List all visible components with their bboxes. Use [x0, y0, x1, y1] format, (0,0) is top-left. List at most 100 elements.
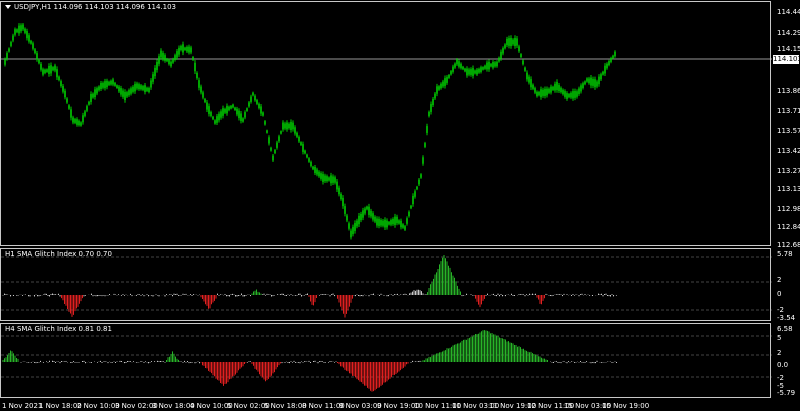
candle-body	[150, 80, 152, 88]
candle-body	[514, 37, 516, 47]
candle-body	[192, 57, 194, 60]
candle-body	[390, 220, 392, 225]
candle-body	[438, 86, 440, 90]
candle-body	[422, 157, 424, 164]
candle-body	[518, 46, 520, 52]
candle-body	[164, 55, 166, 61]
scale-label: 0	[777, 290, 782, 298]
candle-body	[520, 54, 522, 58]
candle-body	[54, 65, 56, 71]
scale-label: 2	[777, 349, 782, 357]
candle-body	[358, 215, 360, 225]
candle-body	[512, 39, 514, 45]
candle-body	[466, 68, 468, 76]
candle-body	[12, 35, 14, 41]
candle-body	[48, 65, 50, 75]
candle-body	[128, 90, 130, 96]
price-label: 113.130	[777, 185, 800, 193]
candle-body	[228, 106, 230, 111]
candle-body	[402, 224, 404, 228]
time-label: 15 Nov 19:00	[602, 402, 650, 410]
candle-body	[140, 85, 142, 90]
candle-body	[288, 123, 290, 129]
candle-body	[74, 119, 76, 123]
candle-body	[146, 87, 148, 91]
candle-body	[266, 130, 268, 133]
candle-body	[30, 40, 32, 44]
candle-body	[14, 29, 16, 35]
candle-body	[544, 88, 546, 96]
candle-body	[70, 109, 72, 118]
candle-body	[312, 166, 314, 170]
candle-body	[304, 150, 306, 154]
candle-body	[378, 218, 380, 226]
time-axis[interactable]: 1 Nov 2021 1 Nov 18:00 2 Nov 10:00 3 Nov…	[0, 398, 771, 411]
candle-body	[248, 102, 250, 107]
candle-body	[214, 120, 216, 124]
candle-body	[510, 37, 512, 47]
candle-body	[210, 112, 212, 116]
candle-body	[126, 92, 128, 97]
candle-body	[486, 62, 488, 70]
candle-body	[468, 69, 470, 75]
indicator2-scale[interactable]: 6.58 5 2 0.0 -2 -5 -5.79	[772, 323, 800, 398]
price-scale[interactable]: 114.445 114.295 114.150 113.860 113.715 …	[772, 1, 800, 249]
candle-body	[474, 70, 476, 74]
candle-body	[374, 216, 376, 222]
candle-body	[36, 53, 38, 60]
candle-body	[552, 86, 554, 90]
scale-label: -5.79	[777, 389, 796, 397]
candle-body	[388, 221, 390, 225]
candle-body	[478, 68, 480, 73]
candle-body	[444, 78, 446, 86]
candle-body	[594, 79, 596, 88]
candle-body	[200, 86, 202, 93]
main-chart-pane[interactable]: USDJPY,H1 114.096 114.103 114.096 114.10…	[0, 1, 772, 246]
price-label: 113.860	[777, 87, 800, 95]
candle-body	[590, 77, 592, 86]
candle-body	[322, 174, 324, 182]
candle-body	[286, 122, 288, 130]
candle-body	[406, 218, 408, 224]
candle-body	[446, 77, 448, 83]
candle-body	[306, 154, 308, 158]
candle-body	[420, 174, 422, 178]
candle-body	[330, 175, 332, 184]
candle-body	[344, 206, 346, 214]
candle-body	[194, 62, 196, 72]
candle-body	[456, 59, 458, 65]
candle-body	[604, 65, 606, 74]
candle-body	[310, 161, 312, 167]
candle-body	[88, 101, 90, 105]
price-label: 113.570	[777, 127, 800, 135]
candle-body	[184, 47, 186, 51]
candle-body	[356, 220, 358, 227]
candle-body	[94, 89, 96, 98]
candle-body	[66, 98, 68, 103]
candle-body	[568, 94, 570, 98]
candle-body	[240, 113, 242, 121]
time-label: 1 Nov 18:00	[39, 402, 82, 410]
candle-body	[100, 82, 102, 90]
candle-body	[20, 25, 22, 32]
indicator-pane-h1[interactable]: H1 SMA Glitch Index 0.70 0.70	[0, 248, 772, 321]
indicator-pane-h4[interactable]: H4 SMA Glitch Index 0.81 0.81	[0, 323, 772, 398]
candle-body	[562, 89, 564, 95]
candle-body	[136, 83, 138, 89]
candle-body	[548, 88, 550, 93]
candle-body	[6, 53, 8, 59]
candle-body	[364, 208, 366, 214]
candle-body	[586, 78, 588, 82]
price-label: 113.715	[777, 107, 800, 115]
candle-body	[40, 63, 42, 70]
indicator1-scale[interactable]: 5.78 2 0 -2 -3.54	[772, 248, 800, 322]
price-label: 113.425	[777, 147, 800, 155]
candle-body	[252, 92, 254, 96]
price-label: 114.295	[777, 29, 800, 37]
candle-body	[560, 87, 562, 93]
candle-body	[204, 98, 206, 103]
candle-body	[116, 85, 118, 89]
candle-body	[348, 223, 350, 229]
price-label: 113.275	[777, 167, 800, 175]
candle-body	[132, 86, 134, 92]
